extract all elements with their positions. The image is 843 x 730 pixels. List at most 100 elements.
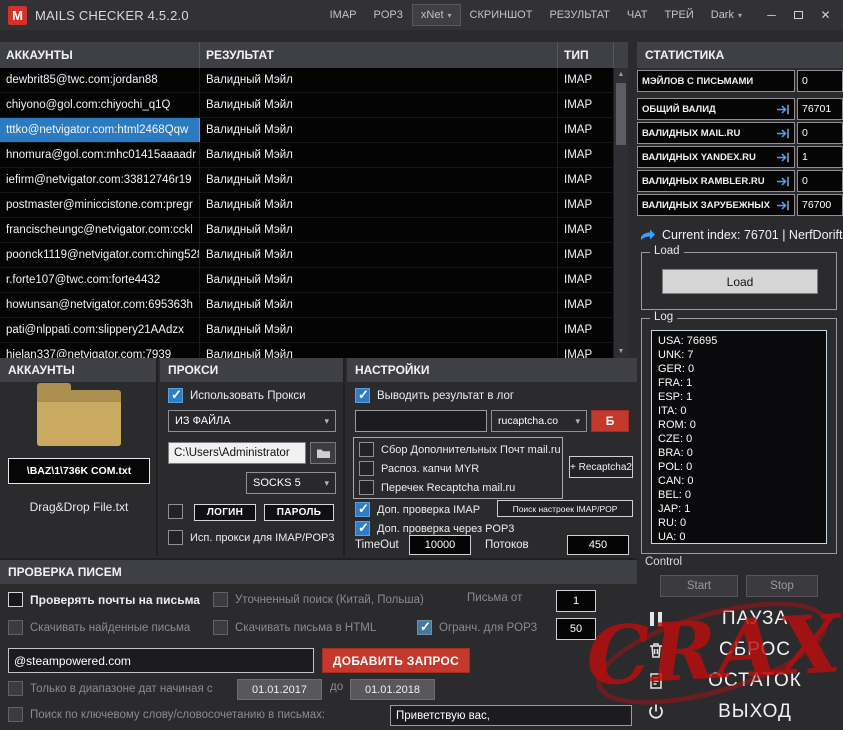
date-from-button[interactable]: 01.01.2017 (237, 679, 322, 700)
column-header-type[interactable]: ТИП (558, 42, 614, 68)
letters-check-panel: ПРОВЕРКА ПИСЕМ Проверять почты на письма… (0, 558, 637, 730)
scroll-down-icon[interactable]: ▼ (614, 345, 628, 358)
stop-button[interactable]: Stop (746, 575, 818, 597)
captcha-service-value: rucaptcha.co (498, 415, 558, 427)
keyword-search-checkbox[interactable] (8, 707, 23, 722)
maximize-button[interactable] (785, 1, 812, 29)
check-letters-checkbox[interactable] (8, 592, 23, 607)
date-range-checkbox[interactable] (8, 681, 23, 696)
log-groupbox: Log USA: 76695 UNK: 7 GER: 0 FRA: 1 ESP:… (641, 318, 837, 554)
menu-item[interactable]: СКРИНШОТ (462, 5, 541, 25)
captcha-key-input[interactable] (355, 410, 487, 432)
table-row[interactable]: r.forte107@twc.com:forte4432 Валидный Мэ… (0, 268, 614, 293)
remainder-button[interactable]: ОСТАТОК (639, 666, 843, 696)
proxy-type-select[interactable]: SOCKS 5 ▾ (246, 472, 336, 494)
extra-imap-check-checkbox[interactable] (355, 502, 370, 517)
cell-type: IMAP (558, 293, 614, 317)
close-icon: ✕ (820, 8, 830, 22)
control-group-label: Control (645, 556, 682, 568)
table-row[interactable]: iefirm@netvigator.com:33812746r19 Валидн… (0, 168, 614, 193)
download-html-checkbox[interactable] (213, 620, 228, 635)
threads-input[interactable] (567, 535, 629, 555)
proxy-path-input[interactable] (168, 442, 306, 464)
stat-label: ОБЩИЙ ВАЛИД (637, 98, 795, 120)
table-row[interactable]: poonck1119@netvigator.com:ching528 Валид… (0, 243, 614, 268)
column-header-accounts[interactable]: АККАУНТЫ (0, 42, 200, 68)
cell-result: Валидный Мэйл (200, 243, 558, 267)
folder-icon[interactable] (37, 390, 121, 446)
country-log-list[interactable]: USA: 76695 UNK: 7 GER: 0 FRA: 1 ESP: 1 I… (651, 330, 827, 544)
remainder-label: ОСТАТОК (667, 670, 843, 692)
menu-item[interactable]: ТРЕЙ (656, 5, 701, 25)
minimize-button[interactable]: ─ (758, 1, 785, 29)
recheck-recaptcha-checkbox[interactable] (359, 480, 374, 495)
pop3-limit-input[interactable] (556, 618, 596, 640)
menu-item[interactable]: ЧАТ (619, 5, 656, 25)
proxy-for-imap-checkbox[interactable] (168, 530, 183, 545)
date-to-button[interactable]: 01.01.2018 (350, 679, 435, 700)
browse-folder-button[interactable] (310, 442, 336, 464)
table-row[interactable]: postmaster@miniccistone.com:pregr Валидн… (0, 193, 614, 218)
keyword-search-label: Поиск по ключевому слову/словосочетанию … (30, 709, 325, 721)
exit-label: ВЫХОД (667, 701, 843, 723)
table-row[interactable]: chiyono@gol.com:chiyochi_q1Q Валидный Мэ… (0, 93, 614, 118)
captcha-service-select[interactable]: rucaptcha.co ▾ (491, 410, 587, 432)
stat-label: ВАЛИДНЫХ ЗАРУБЕЖНЫХ (637, 194, 795, 216)
pop3-limit-checkbox[interactable] (417, 620, 432, 635)
table-row[interactable]: dewbrit85@twc.com:jordan88 Валидный Мэйл… (0, 68, 614, 93)
scrollbar-thumb[interactable] (616, 83, 626, 145)
cell-result: Валидный Мэйл (200, 218, 558, 242)
login-button[interactable]: ЛОГИН (194, 504, 256, 521)
timeout-input[interactable] (409, 535, 471, 555)
statistics-title: СТАТИСТИКА (637, 42, 843, 68)
cell-account: hnomura@gol.com:mhc01415aaaadr (0, 143, 200, 167)
menu-item[interactable]: xNet ▾ (412, 4, 461, 26)
keyword-input[interactable] (390, 705, 632, 726)
exit-button[interactable]: ВЫХОД (639, 697, 843, 727)
table-row[interactable]: tttko@netvigator.com:html2468Qqw Валидны… (0, 118, 614, 143)
cell-type: IMAP (558, 193, 614, 217)
collect-extra-mail-checkbox[interactable] (359, 442, 374, 457)
cell-account: iefirm@netvigator.com:33812746r19 (0, 168, 200, 192)
chevron-down-icon: ▾ (324, 416, 329, 427)
log-output-checkbox[interactable] (355, 388, 370, 403)
pause-button[interactable]: ПАУЗА (639, 604, 843, 634)
cell-type: IMAP (558, 268, 614, 292)
query-input[interactable] (8, 648, 314, 673)
menu-item[interactable]: POP3 (366, 5, 411, 25)
table-row[interactable]: hielan337@netvigator.com:7939 Валидный М… (0, 343, 614, 358)
letters-from-input[interactable] (556, 590, 596, 612)
column-header-result[interactable]: РЕЗУЛЬТАТ (200, 42, 558, 68)
table-row[interactable]: hnomura@gol.com:mhc01415aaaadr Валидный … (0, 143, 614, 168)
load-button[interactable]: Load (662, 269, 818, 294)
password-button[interactable]: ПАРОЛЬ (264, 504, 334, 521)
stat-value: 76701 (797, 98, 843, 120)
use-proxy-checkbox[interactable] (168, 388, 183, 403)
cell-result: Валидный Мэйл (200, 118, 558, 142)
date-to-label: до (330, 681, 343, 693)
myr-captcha-checkbox[interactable] (359, 461, 374, 476)
start-button[interactable]: Start (660, 575, 738, 597)
extra-pop3-check-checkbox[interactable] (355, 521, 370, 536)
reset-button[interactable]: СБРОС (639, 635, 843, 665)
menu-item[interactable]: Dark ▾ (703, 5, 750, 25)
scroll-up-icon[interactable]: ▲ (614, 68, 628, 81)
stat-label-text: ВАЛИДНЫХ YANDEX.RU (642, 152, 756, 163)
table-row[interactable]: pati@nlppati.com:slippery21AAdzx Валидны… (0, 318, 614, 343)
table-row[interactable]: howunsan@netvigator.com:695363h Валидный… (0, 293, 614, 318)
download-html-label: Скачивать письма в HTML (235, 622, 376, 634)
balance-button[interactable]: Б (591, 410, 629, 432)
proxy-source-select[interactable]: ИЗ ФАЙЛА ▾ (168, 410, 336, 432)
menu-item[interactable]: РЕЗУЛЬТАТ (541, 5, 617, 25)
download-found-checkbox[interactable] (8, 620, 23, 635)
add-query-button[interactable]: ДОБАВИТЬ ЗАПРОС (322, 648, 470, 673)
refined-search-checkbox[interactable] (213, 592, 228, 607)
cell-result: Валидный Мэйл (200, 268, 558, 292)
table-scrollbar[interactable]: ▲ ▼ (614, 68, 628, 358)
cell-result: Валидный Мэйл (200, 318, 558, 342)
proxy-auth-checkbox[interactable] (168, 504, 183, 519)
close-button[interactable]: ✕ (812, 1, 839, 29)
chevron-down-icon: ▾ (324, 478, 329, 489)
menu-item[interactable]: IMAP (322, 5, 365, 25)
table-row[interactable]: francischeungc@netvigator.com:cckl Валид… (0, 218, 614, 243)
